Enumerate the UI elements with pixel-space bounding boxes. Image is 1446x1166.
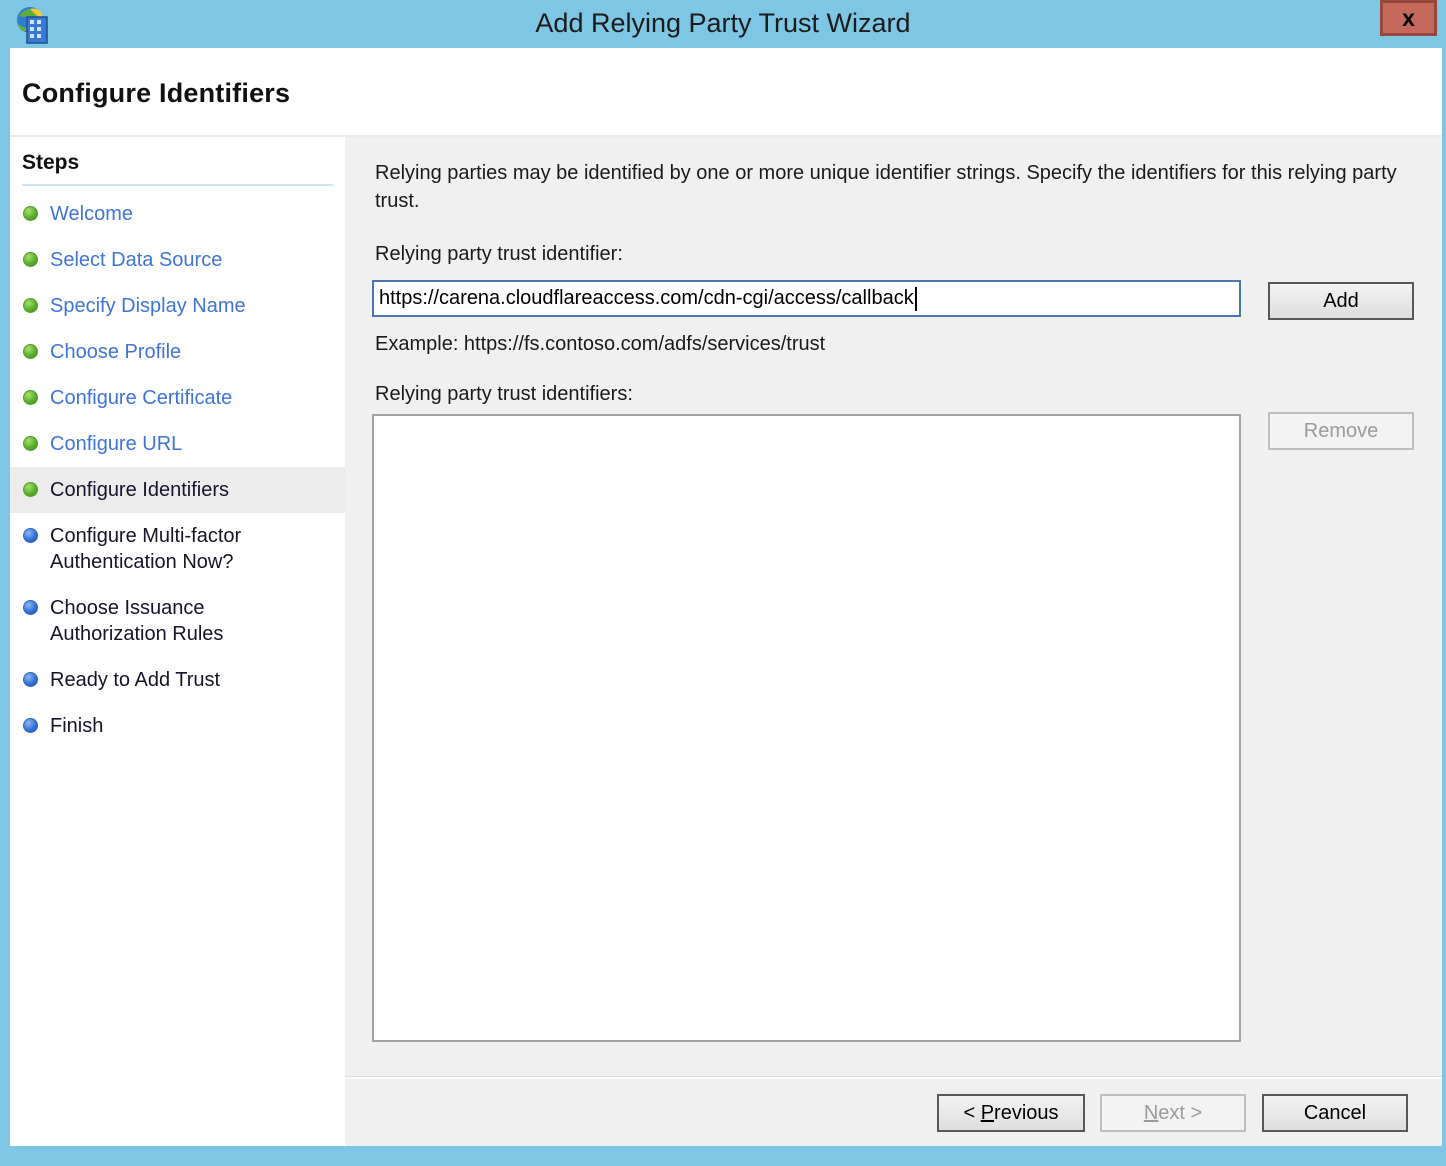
close-button[interactable]: x	[1380, 0, 1437, 36]
main-pane: Relying parties may be identified by one…	[345, 137, 1442, 1077]
step-label: Welcome	[50, 201, 133, 227]
step-completed-dot-icon	[23, 298, 38, 313]
wizard-window: Add Relying Party Trust Wizard x Configu…	[0, 0, 1446, 1166]
window-surface: Configure Identifiers Steps Welcome Sele…	[10, 48, 1442, 1146]
step-item-configure-certificate[interactable]: Configure Certificate	[10, 375, 345, 421]
titlebar: Add Relying Party Trust Wizard x	[0, 0, 1446, 48]
step-completed-dot-icon	[23, 344, 38, 359]
step-item-choose-profile[interactable]: Choose Profile	[10, 329, 345, 375]
step-label: Configure URL	[50, 431, 182, 457]
step-item-ready-to-add-trust: Ready to Add Trust	[10, 657, 345, 703]
step-label: Select Data Source	[50, 247, 222, 273]
step-completed-dot-icon	[23, 390, 38, 405]
steps-sidebar: Steps Welcome Select Data Source Specify…	[10, 137, 345, 1146]
identifiers-listbox[interactable]	[372, 414, 1241, 1042]
step-item-configure-identifiers[interactable]: Configure Identifiers	[10, 467, 345, 513]
step-item-select-data-source[interactable]: Select Data Source	[10, 237, 345, 283]
step-label: Specify Display Name	[50, 293, 246, 319]
previous-button-label: < Previous	[963, 1102, 1058, 1125]
page-description: Relying parties may be identified by one…	[375, 159, 1407, 215]
steps-heading: Steps	[22, 151, 333, 186]
text-caret	[915, 287, 917, 311]
remove-button[interactable]: Remove	[1268, 412, 1414, 450]
next-button-label: Next >	[1144, 1102, 1202, 1125]
step-label: Configure Multi-factor Authentication No…	[50, 523, 295, 575]
step-label: Configure Certificate	[50, 385, 232, 411]
add-button[interactable]: Add	[1268, 282, 1414, 320]
step-pending-dot-icon	[23, 600, 38, 615]
step-label: Choose Profile	[50, 339, 181, 365]
step-label: Ready to Add Trust	[50, 667, 220, 693]
next-button[interactable]: Next >	[1100, 1094, 1246, 1132]
step-pending-dot-icon	[23, 528, 38, 543]
step-label: Finish	[50, 713, 103, 739]
page-header: Configure Identifiers	[10, 48, 1442, 137]
window-title: Add Relying Party Trust Wizard	[0, 8, 1446, 39]
step-item-welcome[interactable]: Welcome	[10, 191, 345, 237]
step-completed-dot-icon	[23, 436, 38, 451]
previous-button[interactable]: < Previous	[937, 1094, 1085, 1132]
step-label: Choose Issuance Authorization Rules	[50, 595, 295, 647]
step-completed-dot-icon	[23, 252, 38, 267]
step-item-finish: Finish	[10, 703, 345, 749]
step-item-configure-url[interactable]: Configure URL	[10, 421, 345, 467]
step-item-configure-multifactor: Configure Multi-factor Authentication No…	[10, 513, 345, 585]
step-completed-dot-icon	[23, 206, 38, 221]
step-pending-dot-icon	[23, 672, 38, 687]
page-title: Configure Identifiers	[22, 78, 290, 109]
identifier-field-label: Relying party trust identifier:	[375, 243, 623, 266]
example-text: Example: https://fs.contoso.com/adfs/ser…	[375, 333, 825, 356]
identifiers-list-label: Relying party trust identifiers:	[375, 383, 633, 406]
step-item-choose-issuance-rules: Choose Issuance Authorization Rules	[10, 585, 345, 657]
steps-list: Welcome Select Data Source Specify Displ…	[10, 191, 345, 749]
footer-bar: < Previous Next > Cancel	[345, 1077, 1442, 1146]
identifier-input[interactable]: https://carena.cloudflareaccess.com/cdn-…	[372, 280, 1241, 317]
step-label: Configure Identifiers	[50, 477, 229, 503]
cancel-button[interactable]: Cancel	[1262, 1094, 1408, 1132]
step-completed-dot-icon	[23, 482, 38, 497]
identifier-input-value: https://carena.cloudflareaccess.com/cdn-…	[379, 287, 914, 310]
step-item-specify-display-name[interactable]: Specify Display Name	[10, 283, 345, 329]
step-pending-dot-icon	[23, 718, 38, 733]
